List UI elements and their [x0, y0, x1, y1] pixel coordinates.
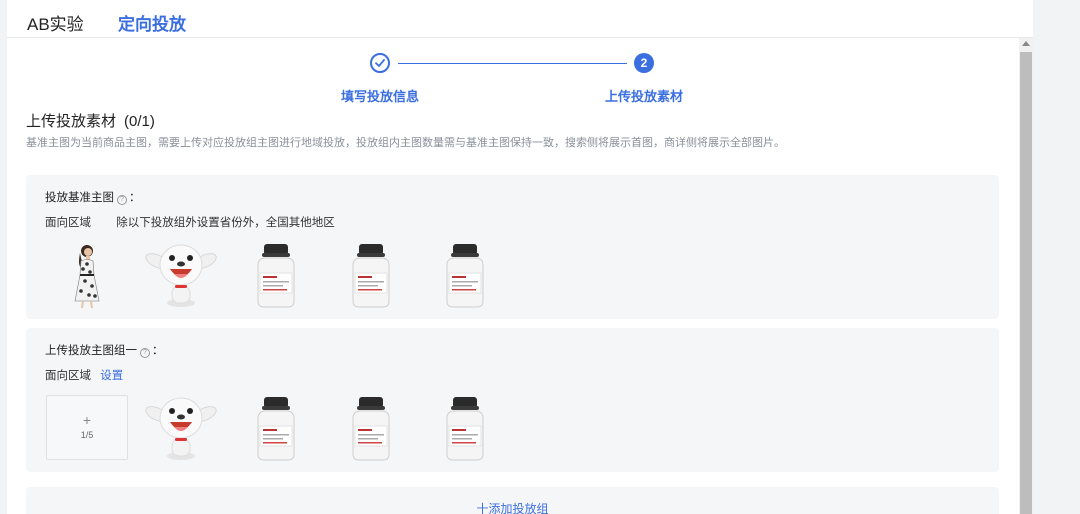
add-delivery-group-button[interactable]: 十添加投放组 — [26, 500, 999, 514]
region-label: 面向区域 — [45, 370, 91, 382]
white-bottle-photo — [425, 394, 505, 464]
step-1-check-icon — [370, 53, 390, 73]
mascot-dog-photo — [141, 241, 221, 311]
white-bottle-photo — [331, 394, 411, 464]
white-bottle-photo — [331, 241, 411, 311]
step-2-label: 上传投放素材 — [605, 89, 684, 104]
step-indicator: 2 填写投放信息 上传投放素材 — [7, 38, 1019, 108]
base-card-title-colon: ： — [129, 192, 141, 204]
section-title-text: 上传投放素材 — [26, 113, 117, 130]
upload-region-row: 面向区域 设置 — [45, 367, 123, 383]
mascot-dog-photo — [141, 394, 221, 464]
base-card-title-text: 投放基准主图 — [45, 192, 114, 204]
region-settings-link[interactable]: 设置 — [100, 367, 123, 383]
base-image-card: 投放基准主图?： 面向区域 除以下投放组外设置省份外，全国其他地区 — [26, 175, 999, 319]
plus-icon: + — [82, 412, 92, 428]
scroll-up-arrow-icon[interactable] — [1022, 41, 1030, 46]
base-card-title: 投放基准主图?： — [45, 189, 141, 205]
step-1-label: 填写投放信息 — [341, 89, 420, 104]
vertical-scrollbar[interactable] — [1019, 38, 1033, 514]
region-label: 面向区域 — [45, 217, 91, 229]
help-icon[interactable]: ? — [117, 195, 127, 205]
woman-dress-photo — [47, 241, 127, 311]
section-count: (0/1) — [124, 113, 155, 130]
upload-image-button[interactable]: + 1/5 — [46, 395, 128, 460]
white-bottle-photo — [236, 394, 316, 464]
section-title: 上传投放素材 (0/1) — [26, 110, 155, 131]
upload-count: 1/5 — [80, 430, 94, 440]
main-panel: 2 填写投放信息 上传投放素材 上传投放素材 (0/1) 基准主图为当前商品主图，… — [7, 38, 1019, 514]
section-description: 基准主图为当前商品主图，需要上传对应投放组主图进行地域投放，投放组内主图数量需与… — [26, 137, 785, 149]
base-region-row: 面向区域 除以下投放组外设置省份外，全国其他地区 — [45, 214, 335, 230]
upload-group-title: 上传投放主图组一?： — [45, 342, 164, 358]
scrollbar-thumb[interactable] — [1020, 52, 1032, 514]
check-icon — [375, 59, 385, 67]
tab-ab-test[interactable]: AB实验 — [27, 14, 84, 36]
upload-group-card: 上传投放主图组一?： 面向区域 设置 + 1/5 — [26, 328, 999, 472]
upload-group-title-colon: ： — [152, 345, 164, 357]
add-group-card: 十添加投放组 — [26, 487, 999, 514]
top-tab-bar: AB实验 定向投放 — [7, 0, 1033, 38]
white-bottle-photo — [425, 241, 505, 311]
tab-directed-delivery[interactable]: 定向投放 — [118, 14, 186, 36]
step-2-number: 2 — [634, 53, 654, 73]
region-value: 除以下投放组外设置省份外，全国其他地区 — [116, 217, 335, 229]
help-icon[interactable]: ? — [140, 348, 150, 358]
white-bottle-photo — [236, 241, 316, 311]
upload-group-title-text: 上传投放主图组一 — [45, 345, 137, 357]
step-connector-line — [398, 63, 627, 64]
